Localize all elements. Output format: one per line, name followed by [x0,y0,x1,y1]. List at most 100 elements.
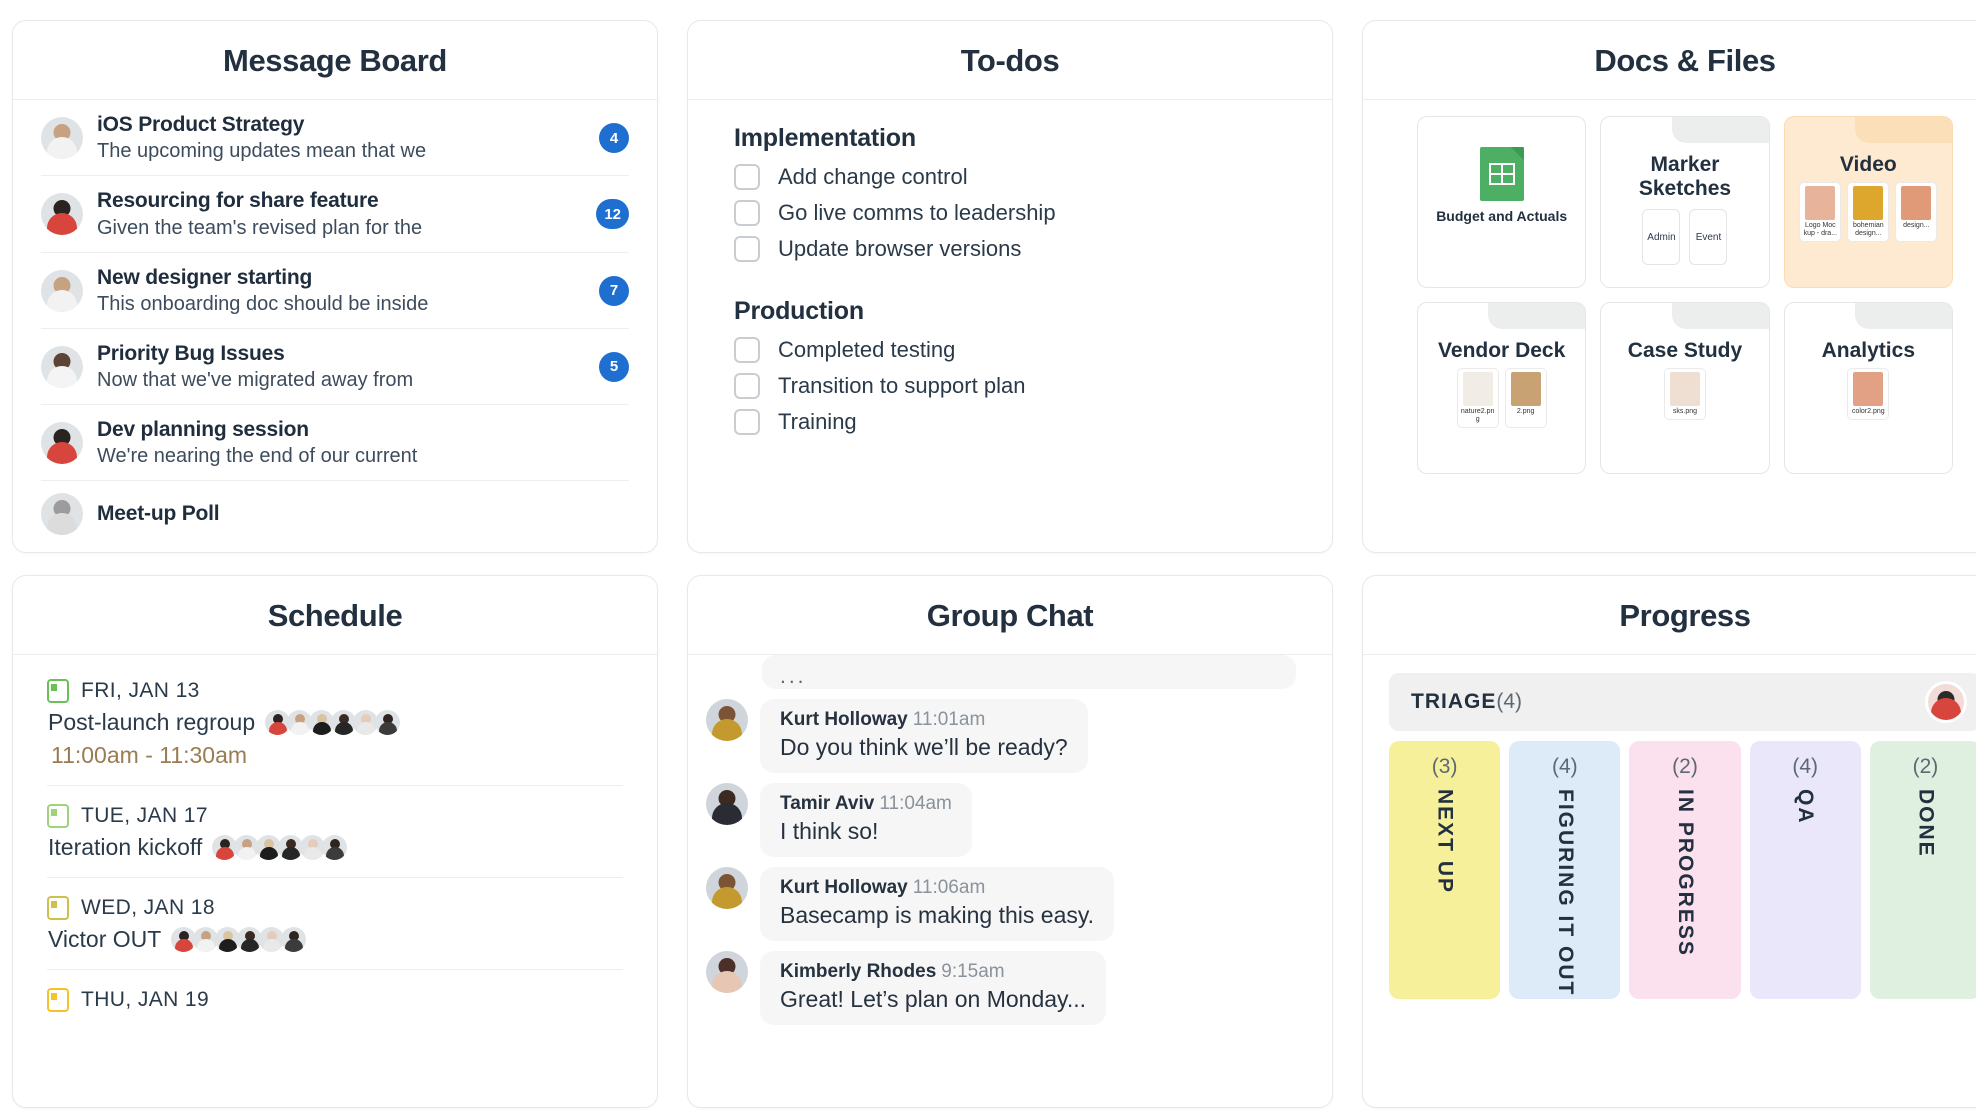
schedule-row[interactable]: FRI, JAN 13 Post-launch regroup 11:00am - … [47,661,623,786]
file-thumbnail[interactable]: sks.png [1663,368,1706,421]
folder-card[interactable]: Case Study sks.png [1600,302,1770,474]
progress-column[interactable]: (4) QA [1749,741,1861,999]
folder-card[interactable]: Marker Sketches Admin Event [1600,116,1770,288]
folder-name: Analytics [1821,339,1915,362]
group-chat-body[interactable]: ... Kurt Holloway 11:01am Do you think we’… [688,655,1332,1107]
message-row[interactable]: Meet-up Poll [41,481,629,546]
file-thumbnail[interactable]: bohemian design... [1847,182,1890,243]
folder-name: Case Study [1627,339,1743,362]
calendar-icon [47,804,69,828]
chat-meta: Kimberly Rhodes 9:15am [780,961,1086,983]
file-thumbnail[interactable]: 2.png [1504,368,1547,429]
todo-label: Add change control [778,164,968,189]
progress-column-name: DONE [1914,789,1938,858]
chat-message[interactable]: Kurt Holloway 11:06am Basecamp is making t… [706,867,1314,941]
message-preview: We're nearing the end of our current [97,445,418,468]
folder-chip[interactable]: Event [1689,209,1728,266]
message-text: Resourcing for share feature Given the te… [97,188,582,240]
progress-column-name: QA [1794,789,1818,825]
todo-item[interactable]: Go live comms to leadership [734,195,1286,231]
avatar [706,783,748,825]
chat-text: Do you think we’ll be ready? [780,734,1068,760]
chat-message[interactable]: Tamir Aviv 11:04am I think so! [706,783,1314,857]
folder-name: Video [1839,153,1897,176]
message-title: Resourcing for share feature [97,189,379,213]
file-thumbnail[interactable]: Logo Mockup - dra... [1799,182,1842,243]
chat-bubble: Kurt Holloway 11:06am Basecamp is making t… [760,867,1115,941]
todo-item[interactable]: Add change control [734,159,1286,195]
card-progress: Progress TRIAGE(4) (3) NEXT UP (4) FIGURING… [1362,575,1976,1108]
docs-files-body: Budget and Actuals Marker Sketches Admin Ev… [1363,100,1976,552]
avatar-body [47,513,77,536]
truncated-message-bubble: ... [762,655,1296,689]
progress-column[interactable]: (2) IN PROGRESS [1629,741,1741,999]
todo-checkbox[interactable] [734,409,760,435]
thumbnail-image [1462,372,1493,407]
triage-count: (4) [1496,690,1523,713]
progress-column[interactable]: (4) FIGURING IT OUT [1509,741,1621,999]
attendee-stack [212,835,348,860]
folder-card[interactable]: Vendor Deck nature2.png 2.png [1417,302,1587,474]
message-row[interactable]: New designer starting This onboarding doc… [41,253,629,329]
message-preview: The upcoming updates mean that we [97,140,427,163]
todo-checkbox[interactable] [734,236,760,262]
todo-checkbox[interactable] [734,337,760,363]
file-thumbnail[interactable]: design... [1895,182,1938,243]
thumbnail-filename: color2.png [1851,408,1885,416]
todo-label: Update browser versions [778,236,1022,261]
thumbnail-filename: bohemian design... [1852,222,1884,238]
message-row[interactable]: Resourcing for share feature Given the te… [41,176,629,253]
avatar-body [712,971,742,993]
chat-bubble: Kurt Holloway 11:01am Do you think we’ll b… [760,699,1088,773]
schedule-event-title: Post-launch regroup [48,709,256,735]
todo-checkbox[interactable] [734,373,760,399]
progress-column[interactable]: (3) NEXT UP [1389,741,1501,999]
chat-author: Kurt Holloway [780,709,908,730]
message-board-body[interactable]: iOS Product Strategy The upcoming updates… [13,100,657,552]
progress-column[interactable]: (2) DONE [1869,741,1976,999]
card-schedule: Schedule FRI, JAN 13 Post-launch regroup 1… [12,575,658,1108]
triage-avatar[interactable] [1925,681,1967,723]
todo-item[interactable]: Transition to support plan [734,368,1286,404]
todo-item[interactable]: Training [734,404,1286,440]
folder-card[interactable]: Budget and Actuals [1417,116,1587,288]
message-row[interactable]: Priority Bug Issues Now that we've migrat… [41,329,629,405]
file-thumbnail[interactable]: color2.png [1847,368,1890,421]
chat-message[interactable]: Kurt Holloway 11:01am Do you think we’ll b… [706,699,1314,773]
message-row[interactable]: iOS Product Strategy The upcoming updates… [41,100,629,177]
schedule-event-title: Victor OUT [48,926,162,952]
message-text: iOS Product Strategy The upcoming updates… [97,112,585,164]
message-title: Priority Bug Issues [97,341,285,365]
schedule-event-row: Post-launch regroup [47,709,623,736]
dashboard-grid: Message Board iOS Product Strategy The up… [0,0,1976,1108]
message-row[interactable]: Dev planning session We're nearing the en… [41,405,629,482]
folder-card[interactable]: Analytics color2.png [1783,302,1953,474]
folder-tab-icon [1854,303,1952,329]
progress-column-name: NEXT UP [1433,789,1457,895]
chat-author: Kimberly Rhodes [780,961,937,982]
schedule-title: Schedule [13,576,657,655]
todo-checkbox[interactable] [734,164,760,190]
avatar-body [47,137,77,160]
folder-chip[interactable]: Admin [1642,209,1681,266]
chat-text: Basecamp is making this easy. [780,902,1095,928]
avatar-body [47,365,77,388]
file-thumbnail[interactable]: nature2.png [1456,368,1499,429]
todo-checkbox[interactable] [734,200,760,226]
schedule-day: FRI, JAN 13 [81,679,200,702]
schedule-date-row: TUE, JAN 17 [47,804,623,828]
triage-label: TRIAGE(4) [1411,690,1522,714]
todo-item[interactable]: Completed testing [734,332,1286,368]
schedule-event-title: Iteration kickoff [48,834,203,860]
triage-row[interactable]: TRIAGE(4) [1389,673,1976,731]
todo-item[interactable]: Update browser versions [734,231,1286,267]
folder-card[interactable]: Video Logo Mockup - dra... bohemian design… [1783,116,1953,288]
schedule-row[interactable]: THU, JAN 19 [47,970,623,1028]
avatar [41,117,83,160]
chat-message[interactable]: Kimberly Rhodes 9:15am Great! Let’s plan o… [706,951,1314,1025]
chat-timestamp: 9:15am [941,961,1005,982]
schedule-row[interactable]: TUE, JAN 17 Iteration kickoff [47,786,623,878]
schedule-row[interactable]: WED, JAN 18 Victor OUT [47,878,623,970]
schedule-date-row: THU, JAN 19 [47,988,623,1012]
attendee-stack [171,927,307,952]
